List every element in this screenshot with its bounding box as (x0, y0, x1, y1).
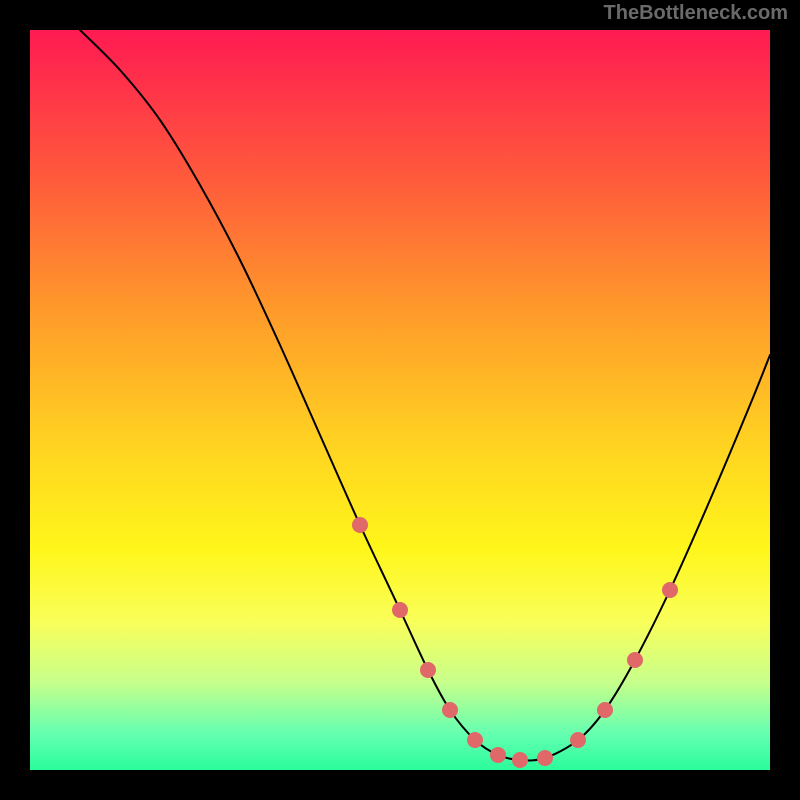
curve-dot (490, 747, 506, 763)
curve-sample-dots (352, 517, 678, 768)
curve-dot (392, 602, 408, 618)
curve-svg (30, 30, 770, 770)
curve-dot (512, 752, 528, 768)
curve-dot (597, 702, 613, 718)
curve-dot (467, 732, 483, 748)
watermark-text: TheBottleneck.com (604, 2, 788, 25)
curve-dot (627, 652, 643, 668)
curve-dot (537, 750, 553, 766)
curve-dot (570, 732, 586, 748)
bottleneck-curve (80, 30, 770, 760)
curve-dot (662, 582, 678, 598)
curve-dot (420, 662, 436, 678)
curve-dot (352, 517, 368, 533)
chart-container: TheBottleneck.com (0, 0, 800, 800)
curve-dot (442, 702, 458, 718)
